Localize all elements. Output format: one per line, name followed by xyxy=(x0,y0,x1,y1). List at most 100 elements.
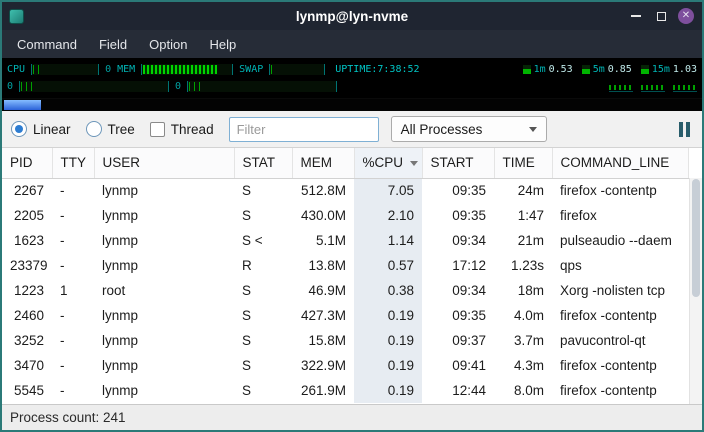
cell-stat: S xyxy=(234,353,292,378)
menu-help[interactable]: Help xyxy=(198,32,247,57)
cell-stat: S xyxy=(234,328,292,353)
cell-command_line: Xorg -nolisten tcp xyxy=(552,278,689,303)
process-table: PID TTY USERSTATMEM%CPUSTARTTIME COMMAND_LI… xyxy=(2,148,689,403)
load-15m-label: 15m xyxy=(652,64,670,75)
tree-radio-label: Tree xyxy=(108,122,135,137)
statusbar: Process count: 241 xyxy=(2,404,702,430)
load-5m-label: 5m xyxy=(593,64,605,75)
close-icon: ✕ xyxy=(678,8,694,24)
column-header-time[interactable]: TIME xyxy=(494,148,552,178)
cell-time: 8.0m xyxy=(494,378,552,403)
table-header-row: PID TTY USERSTATMEM%CPUSTARTTIME COMMAND_LI… xyxy=(2,148,689,178)
process-row[interactable]: 12231rootS46.9M0.3809:3418mXorg -noliste… xyxy=(2,278,689,303)
cell-tty: - xyxy=(52,253,94,278)
process-row[interactable]: 23379-lynmpR13.8M0.5717:121.23sqps xyxy=(2,253,689,278)
cell-stat: S xyxy=(234,303,292,328)
cell-stat: S < xyxy=(234,228,292,253)
load-history-minigraphs xyxy=(609,82,697,92)
linear-radio-label: Linear xyxy=(33,122,71,137)
column-header-label: TTY xyxy=(61,155,87,170)
cell-pid: 23379 xyxy=(2,253,52,278)
cell-stat: S xyxy=(234,278,292,303)
cell-command_line: firefox -contentp xyxy=(552,353,689,378)
close-button[interactable]: ✕ xyxy=(676,6,696,26)
cell-pid: 3252 xyxy=(2,328,52,353)
process-filter-value: All Processes xyxy=(401,122,483,137)
column-header-tty[interactable]: TTY xyxy=(52,148,94,178)
cell-%cpu: 0.57 xyxy=(354,253,422,278)
cpu-label: CPU xyxy=(7,64,25,75)
cell-command_line: firefox xyxy=(552,203,689,228)
column-header-pid[interactable]: PID xyxy=(2,148,52,178)
minimize-button[interactable] xyxy=(626,6,646,26)
tree-radio-group[interactable]: Tree xyxy=(86,121,135,137)
cell-user: lynmp xyxy=(94,228,234,253)
pause-icon xyxy=(679,122,683,137)
tree-radio[interactable] xyxy=(86,121,102,137)
filter-input[interactable] xyxy=(229,117,379,142)
process-row[interactable]: 2267-lynmpS512.8M7.0509:3524mfirefox -co… xyxy=(2,178,689,203)
cell-%cpu: 0.19 xyxy=(354,353,422,378)
restore-icon xyxy=(657,12,666,21)
cell-start: 09:34 xyxy=(422,228,494,253)
process-count-text: Process count: 241 xyxy=(10,410,126,425)
thread-checkbox-label: Thread xyxy=(171,122,214,137)
core1-meter-fill xyxy=(189,82,201,91)
load-1m-history-graph xyxy=(609,82,633,92)
mem-meter xyxy=(141,64,233,75)
cell-tty: - xyxy=(52,178,94,203)
cell-tty: - xyxy=(52,228,94,253)
cell-mem: 5.1M xyxy=(292,228,354,253)
cell-start: 12:44 xyxy=(422,378,494,403)
column-header-command_line[interactable]: COMMAND_LINE xyxy=(552,148,689,178)
cell-time: 4.3m xyxy=(494,353,552,378)
cell-start: 09:35 xyxy=(422,178,494,203)
process-row[interactable]: 3252-lynmpS15.8M0.1909:373.7mpavucontrol… xyxy=(2,328,689,353)
column-header-%cpu[interactable]: %CPU xyxy=(354,148,422,178)
load-averages: 1m0.53 5m0.85 15m1.03 xyxy=(523,64,697,75)
cell-%cpu: 0.38 xyxy=(354,278,422,303)
cell-pid: 3470 xyxy=(2,353,52,378)
cell-%cpu: 0.19 xyxy=(354,328,422,353)
vertical-scrollbar[interactable] xyxy=(689,178,702,404)
column-header-label: COMMAND_LINE xyxy=(561,155,670,170)
linear-radio-group[interactable]: Linear xyxy=(11,121,71,137)
thread-checkbox-group[interactable]: Thread xyxy=(150,122,214,137)
scrollbar-thumb[interactable] xyxy=(692,179,700,297)
column-header-label: PID xyxy=(10,155,33,170)
linear-radio[interactable] xyxy=(11,121,27,137)
process-table-body: 2267-lynmpS512.8M7.0509:3524mfirefox -co… xyxy=(2,178,689,403)
app-window: lynmp@lyn-nvme ✕ Command Field Option He… xyxy=(0,0,704,432)
menu-option[interactable]: Option xyxy=(138,32,198,57)
cell-start: 09:35 xyxy=(422,203,494,228)
column-header-mem[interactable]: MEM xyxy=(292,148,354,178)
process-row[interactable]: 2460-lynmpS427.3M0.1909:354.0mfirefox -c… xyxy=(2,303,689,328)
core1-label: 0 xyxy=(175,81,181,92)
cell-%cpu: 0.19 xyxy=(354,303,422,328)
process-row[interactable]: 5545-lynmpS261.9M0.1912:448.0mfirefox -c… xyxy=(2,378,689,403)
cell-%cpu: 7.05 xyxy=(354,178,422,203)
cell-command_line: firefox -contentp xyxy=(552,303,689,328)
thread-checkbox[interactable] xyxy=(150,122,165,137)
cell-mem: 46.9M xyxy=(292,278,354,303)
load-5m-graph-icon xyxy=(582,65,590,74)
menu-command[interactable]: Command xyxy=(6,32,88,57)
cell-tty: - xyxy=(52,378,94,403)
cell-tty: - xyxy=(52,353,94,378)
pause-button[interactable] xyxy=(676,119,693,140)
cell-pid: 5545 xyxy=(2,378,52,403)
restore-button[interactable] xyxy=(651,6,671,26)
column-header-stat[interactable]: STAT xyxy=(234,148,292,178)
cell-time: 3.7m xyxy=(494,328,552,353)
column-header-start[interactable]: START xyxy=(422,148,494,178)
process-row[interactable]: 1623-lynmpS <5.1M1.1409:3421mpulseaudio … xyxy=(2,228,689,253)
mem-label: MEM xyxy=(117,64,135,75)
menu-field[interactable]: Field xyxy=(88,32,138,57)
titlebar[interactable]: lynmp@lyn-nvme ✕ xyxy=(2,2,702,30)
cell-time: 1.23s xyxy=(494,253,552,278)
process-filter-dropdown[interactable]: All Processes xyxy=(391,116,547,142)
process-row[interactable]: 2205-lynmpS430.0M2.1009:351:47firefox xyxy=(2,203,689,228)
cell-start: 17:12 xyxy=(422,253,494,278)
process-row[interactable]: 3470-lynmpS322.9M0.1909:414.3mfirefox -c… xyxy=(2,353,689,378)
column-header-user[interactable]: USER xyxy=(94,148,234,178)
